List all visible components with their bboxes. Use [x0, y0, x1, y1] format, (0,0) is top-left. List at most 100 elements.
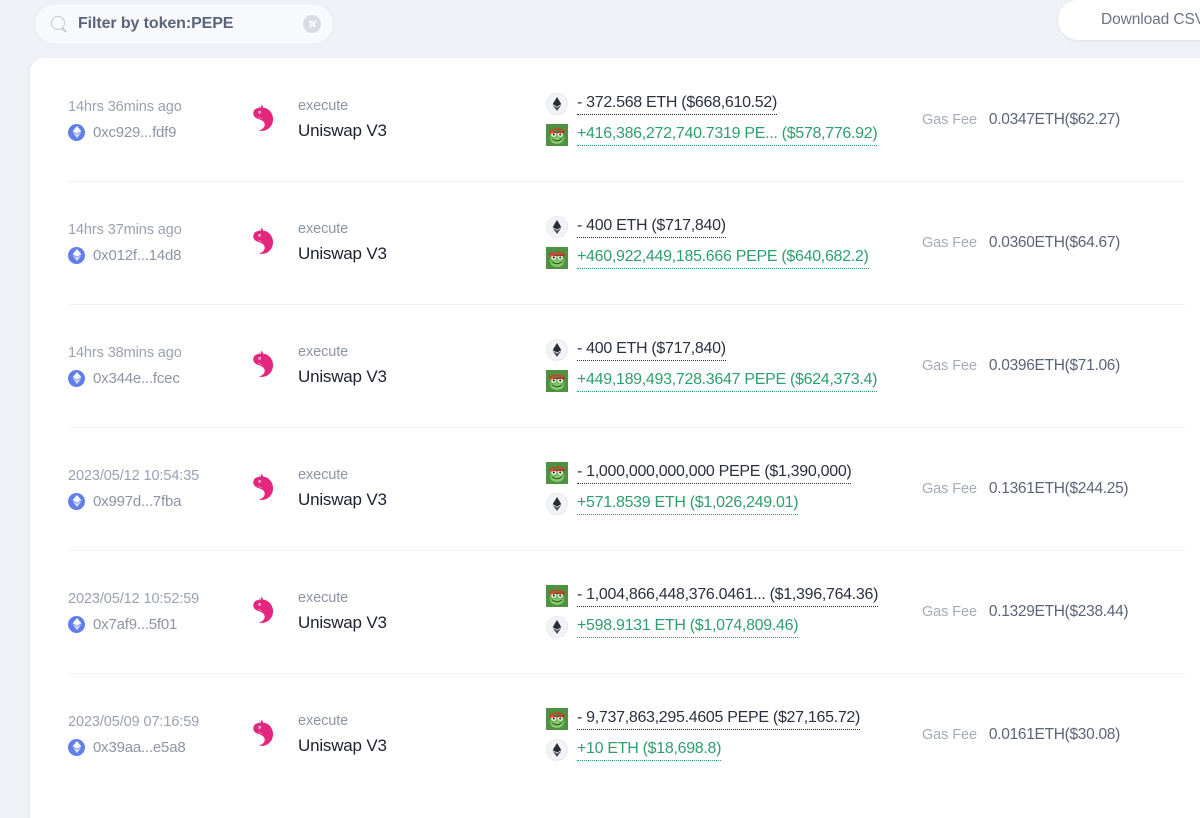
- transfer-amount[interactable]: - 400 ETH ($717,840): [577, 340, 726, 361]
- protocol-name[interactable]: Uniswap V3: [298, 121, 387, 141]
- transaction-method: execute: [298, 467, 387, 484]
- transaction-hash-line[interactable]: 0x012f...14d8: [68, 247, 246, 264]
- transfer-line: - 1,004,866,448,376.0461... ($1,396,764.…: [546, 585, 916, 607]
- transfers-cell: - 1,000,000,000,000 PEPE ($1,390,000) +57…: [546, 462, 916, 515]
- transfer-line: +10 ETH ($18,698.8): [546, 739, 916, 761]
- transaction-row[interactable]: 14hrs 36mins ago 0xc929...fdf9 execute Unis…: [30, 58, 1200, 181]
- transactions-card: 14hrs 36mins ago 0xc929...fdf9 execute Unis…: [30, 58, 1200, 818]
- protocol-cell[interactable]: execute Uniswap V3: [246, 713, 546, 755]
- ethereum-token-icon: [546, 616, 568, 638]
- transaction-hash[interactable]: 0x344e...fcec: [93, 370, 180, 387]
- transaction-time-cell: 14hrs 37mins ago0x012f...14d8: [68, 222, 246, 264]
- pepe-token-icon: [546, 247, 568, 269]
- protocol-cell[interactable]: executeUniswap V3: [246, 590, 546, 632]
- gas-fee-value: 0.0360ETH($64.67): [989, 234, 1120, 252]
- protocol-texts: executeUniswap V3: [298, 590, 387, 632]
- protocol-name[interactable]: Uniswap V3: [298, 613, 387, 633]
- transfer-amount[interactable]: +416,386,272,740.7319 PE... ($578,776.92…: [577, 125, 877, 146]
- transaction-row[interactable]: 14hrs 38mins ago0x344e...fcecexecuteUnis…: [30, 304, 1200, 427]
- uniswap-unicorn-icon: [248, 594, 284, 630]
- ethereum-icon: [68, 739, 85, 756]
- transfer-line: - 400 ETH ($717,840): [546, 216, 916, 238]
- transaction-hash-line[interactable]: 0xc929...fdf9: [68, 124, 246, 141]
- transaction-method: execute: [298, 713, 387, 730]
- protocol-texts: execute Uniswap V3: [298, 713, 387, 755]
- transfers-cell: - 400 ETH ($717,840) +460,922,449,185.666…: [546, 216, 916, 269]
- transaction-hash[interactable]: 0x997d...7fba: [93, 493, 181, 510]
- transfer-amount[interactable]: +598.9131 ETH ($1,074,809.46): [577, 617, 798, 638]
- transaction-row[interactable]: 2023/05/12 10:52:590x7af9...5f01executeU…: [30, 550, 1200, 673]
- transfer-amount[interactable]: - 1,000,000,000,000 PEPE ($1,390,000): [577, 463, 851, 484]
- protocol-cell[interactable]: execute Uniswap V3: [246, 221, 546, 263]
- transaction-hash-line[interactable]: 0x39aa...e5a8: [68, 739, 246, 756]
- search-icon: [51, 16, 68, 33]
- transaction-timestamp: 2023/05/12 10:54:35: [68, 468, 246, 484]
- gas-cell: Gas Fee0.1329ETH($238.44): [916, 603, 1200, 621]
- transfer-line: +571.8539 ETH ($1,026,249.01): [546, 493, 916, 515]
- uniswap-unicorn-icon: [248, 717, 284, 753]
- ethereum-icon: [68, 370, 85, 387]
- transaction-row[interactable]: 14hrs 37mins ago0x012f...14d8 execute Unis…: [30, 181, 1200, 304]
- transaction-hash[interactable]: 0x39aa...e5a8: [93, 739, 185, 756]
- protocol-cell[interactable]: execute Uniswap V3: [246, 467, 546, 509]
- transaction-method: execute: [298, 344, 387, 361]
- ethereum-token-icon: [546, 339, 568, 361]
- protocol-name[interactable]: Uniswap V3: [298, 244, 387, 264]
- pepe-token-icon: [546, 124, 568, 146]
- uniswap-unicorn-icon: [248, 102, 284, 138]
- protocol-cell[interactable]: execute Uniswap V3: [246, 98, 546, 140]
- gas-cell: Gas Fee 0.0360ETH($64.67): [916, 234, 1200, 252]
- transfers-cell: - 9,737,863,295.4605 PEPE ($27,165.72) +1…: [546, 708, 916, 761]
- protocol-texts: execute Uniswap V3: [298, 467, 387, 509]
- gas-fee-label: Gas Fee: [922, 604, 977, 620]
- gas-cell: Gas Fee0.0347ETH($62.27): [916, 111, 1200, 129]
- protocol-cell[interactable]: execute Uniswap V3: [246, 344, 546, 386]
- transaction-time-cell: 2023/05/12 10:54:35 0x997d...7fba: [68, 468, 246, 510]
- transaction-time-cell: 14hrs 36mins ago 0xc929...fdf9: [68, 99, 246, 141]
- clear-filter-icon[interactable]: [303, 15, 321, 33]
- transaction-hash-line[interactable]: 0x997d...7fba: [68, 493, 246, 510]
- ethereum-token-icon: [546, 216, 568, 238]
- gas-fee-label: Gas Fee: [922, 235, 977, 251]
- transfers-cell: - 400 ETH ($717,840) +449,189,493,728.364…: [546, 339, 916, 392]
- pepe-token-icon: [546, 462, 568, 484]
- transfer-amount[interactable]: - 372.568 ETH ($668,610.52): [577, 94, 777, 115]
- token-filter-input[interactable]: Filter by token:PEPE: [34, 3, 334, 45]
- transaction-method: execute: [298, 221, 387, 238]
- transaction-method: execute: [298, 98, 387, 115]
- pepe-token-icon: [546, 370, 568, 392]
- transfer-line: +460,922,449,185.666 PEPE ($640,682.2): [546, 247, 916, 269]
- transfer-line: +449,189,493,728.3647 PEPE ($624,373.4): [546, 370, 916, 392]
- transaction-hash[interactable]: 0xc929...fdf9: [93, 124, 176, 141]
- uniswap-unicorn-icon: [248, 471, 284, 507]
- ethereum-icon: [68, 493, 85, 510]
- transfer-amount[interactable]: +571.8539 ETH ($1,026,249.01): [577, 494, 798, 515]
- transfer-line: - 1,000,000,000,000 PEPE ($1,390,000): [546, 462, 916, 484]
- transaction-timestamp: 2023/05/09 07:16:59: [68, 714, 246, 730]
- transfer-amount[interactable]: +10 ETH ($18,698.8): [577, 740, 721, 761]
- download-csv-button[interactable]: Download CSV: [1058, 0, 1200, 40]
- transaction-row[interactable]: 2023/05/12 10:54:35 0x997d...7fba execute U…: [30, 427, 1200, 550]
- transaction-hash-line[interactable]: 0x7af9...5f01: [68, 616, 246, 633]
- transfers-cell: - 372.568 ETH ($668,610.52) +416,386,272,…: [546, 93, 916, 146]
- transfer-line: - 9,737,863,295.4605 PEPE ($27,165.72): [546, 708, 916, 730]
- transaction-hash-line[interactable]: 0x344e...fcec: [68, 370, 246, 387]
- transfer-line: - 400 ETH ($717,840): [546, 339, 916, 361]
- transfer-amount[interactable]: +449,189,493,728.3647 PEPE ($624,373.4): [577, 371, 877, 392]
- gas-cell: Gas Fee0.0396ETH($71.06): [916, 357, 1200, 375]
- protocol-name[interactable]: Uniswap V3: [298, 736, 387, 756]
- transaction-row[interactable]: 2023/05/09 07:16:59 0x39aa...e5a8 execute U…: [30, 673, 1200, 796]
- gas-fee-label: Gas Fee: [922, 358, 977, 374]
- transfer-amount[interactable]: +460,922,449,185.666 PEPE ($640,682.2): [577, 248, 869, 269]
- transaction-hash[interactable]: 0x7af9...5f01: [93, 616, 177, 633]
- transaction-timestamp: 14hrs 36mins ago: [68, 99, 246, 115]
- transfer-amount[interactable]: - 400 ETH ($717,840): [577, 217, 726, 238]
- protocol-name[interactable]: Uniswap V3: [298, 367, 387, 387]
- transaction-hash[interactable]: 0x012f...14d8: [93, 247, 181, 264]
- protocol-name[interactable]: Uniswap V3: [298, 490, 387, 510]
- transfer-amount[interactable]: - 1,004,866,448,376.0461... ($1,396,764.…: [577, 586, 878, 607]
- transfer-amount[interactable]: - 9,737,863,295.4605 PEPE ($27,165.72): [577, 709, 860, 730]
- pepe-token-icon: [546, 585, 568, 607]
- transactions-list: 14hrs 36mins ago 0xc929...fdf9 execute Unis…: [30, 58, 1200, 796]
- token-filter-value[interactable]: Filter by token:PEPE: [78, 15, 293, 33]
